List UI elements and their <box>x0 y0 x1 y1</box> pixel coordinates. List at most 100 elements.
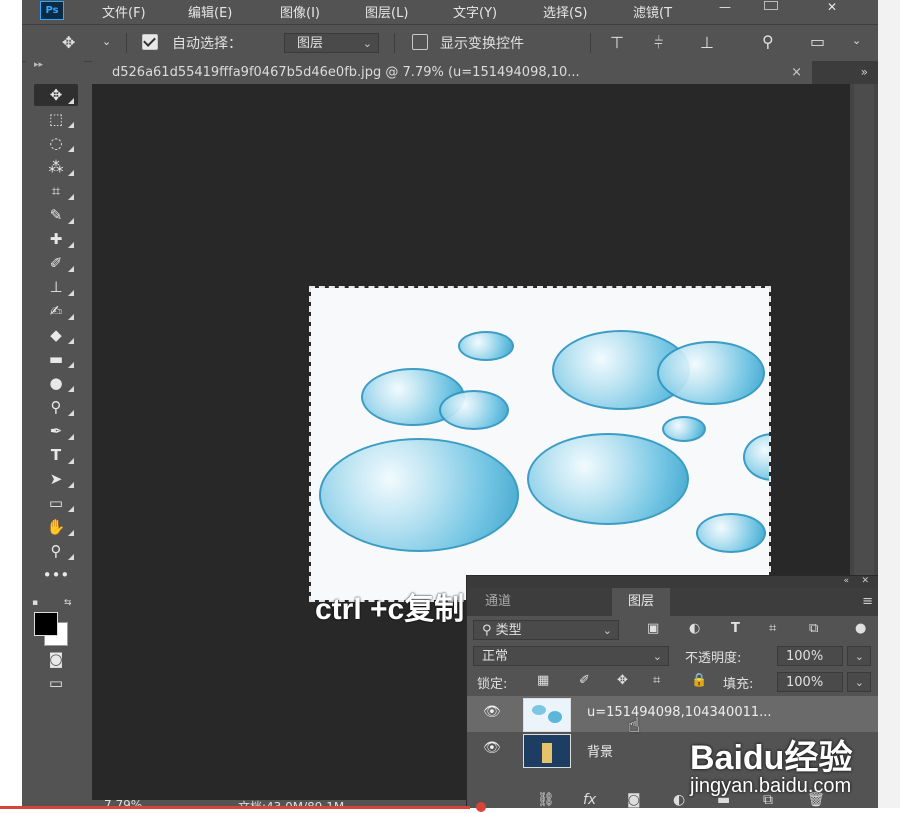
auto-select-checkbox[interactable] <box>142 34 158 50</box>
baidu-watermark: Baidu经验 jingyan.baidu.com <box>690 730 852 798</box>
opacity-value: 100% <box>786 649 824 664</box>
align-vertical-center-icon[interactable]: ⫩ <box>654 33 663 53</box>
visibility-eye-icon[interactable]: 👁 <box>483 740 501 756</box>
search-icon[interactable]: ⚲ <box>762 32 774 51</box>
pixel-filter-icon[interactable]: ▣ <box>647 621 659 636</box>
chevron-down-icon: ⌄ <box>854 676 864 689</box>
opacity-chevron[interactable]: ⌄ <box>847 646 871 666</box>
filter-toggle-icon[interactable]: ● <box>855 621 866 636</box>
document-image[interactable] <box>309 286 771 602</box>
pen-tool-button[interactable]: ✒ <box>34 420 78 442</box>
bubble <box>657 341 765 405</box>
move-tool-icon[interactable]: ✥ <box>62 33 75 52</box>
shape-filter-icon[interactable]: ⌗ <box>769 621 776 636</box>
align-top-icon[interactable]: ⊤ <box>610 33 624 52</box>
opacity-input[interactable]: 100% <box>777 646 843 666</box>
menu-filter[interactable]: 滤镜(T <box>633 2 672 21</box>
tab-layers[interactable]: 图层 <box>612 588 671 616</box>
align-bottom-icon[interactable]: ⊥ <box>700 33 714 52</box>
menu-select[interactable]: 选择(S) <box>543 2 587 21</box>
fill-input[interactable]: 100% <box>777 672 843 692</box>
swap-colors-icon[interactable]: ⇆ <box>64 598 72 608</box>
zoom-tool-button[interactable]: ⚲ <box>34 540 78 562</box>
tool-preset-chevron-icon[interactable]: ⌄ <box>102 35 111 48</box>
playback-handle[interactable] <box>476 802 486 812</box>
visibility-eye-icon[interactable]: 👁 <box>483 704 501 720</box>
adjustment-filter-icon[interactable]: ◐ <box>689 621 700 636</box>
fill-chevron[interactable]: ⌄ <box>847 672 871 692</box>
close-tab-icon[interactable]: × <box>791 61 802 84</box>
collapse-panel-icon[interactable]: « <box>843 576 849 586</box>
workspace-chevron-icon[interactable]: ⌄ <box>852 34 861 47</box>
restore-icon[interactable] <box>764 1 778 10</box>
stamp-tool-button[interactable]: ⊥ <box>34 276 78 298</box>
lock-pixels-icon[interactable]: ✐ <box>579 673 590 688</box>
dodge-tool-button[interactable]: ⚲ <box>34 396 78 418</box>
link-layers-icon[interactable]: ⛓ <box>537 792 555 808</box>
screen-mode-button[interactable]: ▭ <box>34 672 78 694</box>
gradient-tool-button[interactable]: ▬ <box>34 348 78 370</box>
fill-label: 填充: <box>723 677 754 692</box>
type-filter-icon[interactable]: T <box>731 621 740 636</box>
show-transform-checkbox[interactable] <box>412 34 428 50</box>
foreground-color-swatch[interactable] <box>34 612 58 636</box>
menu-layer[interactable]: 图层(L) <box>365 2 408 21</box>
layer-row[interactable]: 👁 u=151494098,104340011... <box>467 696 878 732</box>
menu-edit[interactable]: 编辑(E) <box>188 2 232 21</box>
move-tool-button[interactable]: ✥ <box>34 84 78 106</box>
lock-all-icon[interactable]: 🔒 <box>691 673 707 688</box>
marquee-tool-button[interactable]: ⬚ <box>34 108 78 130</box>
bubble <box>743 433 769 481</box>
path-select-tool-button[interactable]: ➤ <box>34 468 78 490</box>
document-tab-title: d526a61d55419fffa9f0467b5d46e0fb.jpg @ 7… <box>112 65 580 80</box>
watermark-url: jingyan.baidu.com <box>690 775 852 797</box>
collapse-toolbox-icon[interactable]: ▸▸ <box>34 60 43 70</box>
blend-mode-dropdown[interactable]: 正常 ⌄ <box>473 646 669 666</box>
menu-type[interactable]: 文字(Y) <box>453 2 497 21</box>
eraser-tool-button[interactable]: ◆ <box>34 324 78 346</box>
adjustment-layer-icon[interactable]: ◐ <box>673 792 685 808</box>
lock-position-icon[interactable]: ✥ <box>617 673 628 688</box>
more-tabs-icon[interactable]: » <box>861 61 868 84</box>
type-tool-button[interactable]: T <box>34 444 78 466</box>
quick-mask-button[interactable]: ◙ <box>34 648 78 670</box>
workspace-icon[interactable]: ▭ <box>810 32 825 51</box>
document-tab[interactable]: d526a61d55419fffa9f0467b5d46e0fb.jpg @ 7… <box>92 61 812 84</box>
lock-transparency-icon[interactable]: ▦ <box>537 673 549 688</box>
chevron-down-icon: ⌄ <box>652 650 662 663</box>
layer-filter-value: 类型 <box>495 623 522 638</box>
magic-wand-tool-button[interactable]: ⁂ <box>34 156 78 178</box>
tab-channels[interactable]: 通道 <box>469 588 527 616</box>
search-icon: ⚲ <box>482 623 496 638</box>
layer-name[interactable]: u=151494098,104340011... <box>587 705 772 720</box>
shape-tool-button[interactable]: ▭ <box>34 492 78 514</box>
eyedropper-tool-button[interactable]: ✎ <box>34 204 78 226</box>
close-window-icon[interactable]: ✕ <box>822 0 842 14</box>
add-mask-icon[interactable]: ◙ <box>627 792 641 808</box>
history-brush-tool-button[interactable]: ✍ <box>34 300 78 322</box>
menu-file[interactable]: 文件(F) <box>102 2 146 21</box>
fx-icon[interactable]: fx <box>583 792 596 808</box>
crop-tool-button[interactable]: ⌗ <box>34 180 78 202</box>
panel-menu-icon[interactable]: ≡ <box>862 594 873 609</box>
toolbox: ▸▸ ✥ ⬚ ◌ ⁂ ⌗ ✎ ✚ ✐ ⊥ ✍ ◆ ▬ ● ⚲ ✒ T ➤ ▭ ✋… <box>26 60 84 808</box>
minimize-icon[interactable]: — <box>715 0 735 14</box>
photoshop-window: Ps 文件(F) 编辑(E) 图像(I) 图层(L) 文字(Y) 选择(S) 滤… <box>22 0 878 813</box>
close-panel-icon[interactable]: ✕ <box>861 576 869 586</box>
layer-filter-dropdown[interactable]: ⚲ 类型 ⌄ <box>473 620 619 640</box>
fill-value: 100% <box>786 675 824 690</box>
hand-tool-button[interactable]: ✋ <box>34 516 78 538</box>
chevron-down-icon: ⌄ <box>362 37 372 50</box>
layer-name[interactable]: 背景 <box>587 741 613 760</box>
lasso-tool-button[interactable]: ◌ <box>34 132 78 154</box>
smart-object-filter-icon[interactable]: ⧉ <box>809 621 818 636</box>
healing-tool-button[interactable]: ✚ <box>34 228 78 250</box>
lock-artboard-icon[interactable]: ⌗ <box>653 673 660 688</box>
brush-tool-button[interactable]: ✐ <box>34 252 78 274</box>
more-tools-button[interactable]: ••• <box>34 564 78 586</box>
auto-select-target-dropdown[interactable]: 图层 ⌄ <box>284 33 379 53</box>
default-colors-icon[interactable]: ▪ <box>32 598 38 608</box>
tutorial-caption: ctrl +c复制 <box>315 593 465 626</box>
menu-image[interactable]: 图像(I) <box>280 2 320 21</box>
blur-tool-button[interactable]: ● <box>34 372 78 394</box>
